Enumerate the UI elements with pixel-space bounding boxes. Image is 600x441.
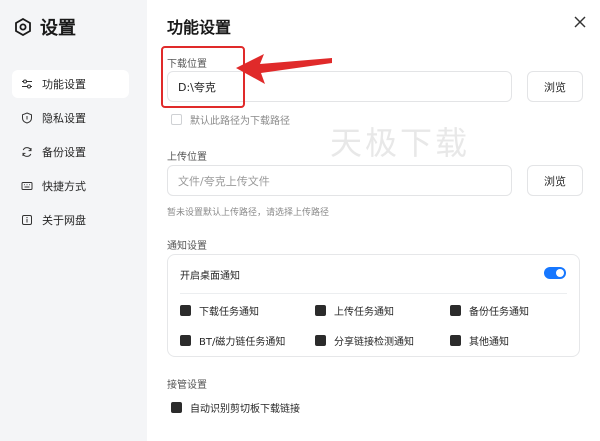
- checkbox-label: 其他通知: [469, 337, 509, 348]
- desktop-notification-toggle[interactable]: [544, 267, 566, 279]
- sliders-icon: [22, 79, 32, 89]
- checkbox-box: [171, 402, 182, 413]
- sync-icon: [22, 147, 32, 157]
- upload-path-field[interactable]: 文件/夸克上传文件: [167, 165, 512, 196]
- notify-option-download[interactable]: 下载任务通知: [180, 303, 259, 318]
- notify-option-bt-magnet[interactable]: BT/磁力链任务通知: [180, 333, 285, 348]
- desktop-notification-label: 开启桌面通知: [180, 271, 240, 282]
- app-header: 设置: [14, 14, 76, 40]
- sidebar-item-label: 隐私设置: [42, 112, 86, 125]
- upload-location-label: 上传位置: [167, 152, 207, 163]
- sidebar-item-label: 功能设置: [42, 78, 86, 91]
- checkbox-label: 分享链接检测通知: [334, 337, 414, 348]
- sidebar: 设置 功能设置 隐私设置 备份设置 快捷方式 关于网盘: [0, 0, 147, 441]
- default-download-path-checkbox[interactable]: 默认此路径为下载路径: [171, 112, 290, 127]
- sidebar-item-privacy-settings[interactable]: 隐私设置: [12, 104, 129, 132]
- download-browse-button[interactable]: 浏览: [527, 71, 583, 102]
- shield-icon: [22, 112, 32, 124]
- upload-path-placeholder: 文件/夸克上传文件: [178, 174, 270, 188]
- checkbox-label: BT/磁力链任务通知: [199, 337, 286, 348]
- checkbox-box: [180, 335, 191, 346]
- annotation-arrow-icon: [236, 54, 332, 84]
- sidebar-nav: 功能设置 隐私设置 备份设置 快捷方式 关于网盘: [12, 70, 129, 240]
- sidebar-item-shortcuts[interactable]: 快捷方式: [12, 172, 129, 200]
- clipboard-detect-checkbox[interactable]: 自动识别剪切板下载链接: [171, 400, 300, 415]
- checkbox-box: [171, 114, 182, 125]
- checkbox-label: 自动识别剪切板下载链接: [190, 404, 300, 415]
- page-title: 功能设置: [167, 18, 232, 37]
- keyboard-icon: [21, 182, 33, 190]
- notify-option-upload[interactable]: 上传任务通知: [315, 303, 394, 318]
- checkbox-label: 默认此路径为下载路径: [190, 116, 290, 127]
- checkbox-box: [180, 305, 191, 316]
- toggle-knob: [556, 269, 564, 277]
- hexagon-logo-icon: [15, 18, 31, 36]
- checkbox-box: [450, 305, 461, 316]
- sidebar-item-about[interactable]: 关于网盘: [12, 206, 129, 234]
- notification-card: 开启桌面通知 下载任务通知 上传任务通知 备份任务通知 BT/磁力链任务通知 分…: [167, 254, 580, 357]
- watermark: 天极下载: [330, 124, 471, 162]
- checkbox-box: [315, 305, 326, 316]
- notify-option-other[interactable]: 其他通知: [450, 333, 509, 348]
- takeover-settings-label: 接管设置: [167, 380, 207, 391]
- upload-helper-text: 暂未设置默认上传路径，请选择上传路径: [167, 208, 330, 218]
- checkbox-box: [450, 335, 461, 346]
- info-icon: [22, 215, 32, 225]
- settings-panel: 功能设置 天极下载 下载位置 D:\夸克 浏览 默认此路径为下载路径 上传位置 …: [147, 0, 600, 441]
- notification-settings-label: 通知设置: [167, 241, 207, 252]
- checkbox-label: 备份任务通知: [469, 307, 529, 318]
- notify-option-backup[interactable]: 备份任务通知: [450, 303, 529, 318]
- checkbox-label: 下载任务通知: [199, 307, 259, 318]
- checkbox-label: 上传任务通知: [334, 307, 394, 318]
- notify-option-share-link[interactable]: 分享链接检测通知: [315, 333, 414, 348]
- sidebar-item-label: 快捷方式: [42, 180, 86, 193]
- sidebar-item-function-settings[interactable]: 功能设置: [12, 70, 129, 98]
- upload-browse-button[interactable]: 浏览: [527, 165, 583, 196]
- annotation-highlight-box: [161, 46, 245, 108]
- app-title: 设置: [40, 18, 76, 39]
- sidebar-item-backup-settings[interactable]: 备份设置: [12, 138, 129, 166]
- sidebar-item-label: 关于网盘: [42, 214, 86, 227]
- checkbox-box: [315, 335, 326, 346]
- sidebar-item-label: 备份设置: [42, 146, 86, 159]
- close-icon[interactable]: [573, 15, 587, 29]
- divider: [180, 293, 567, 294]
